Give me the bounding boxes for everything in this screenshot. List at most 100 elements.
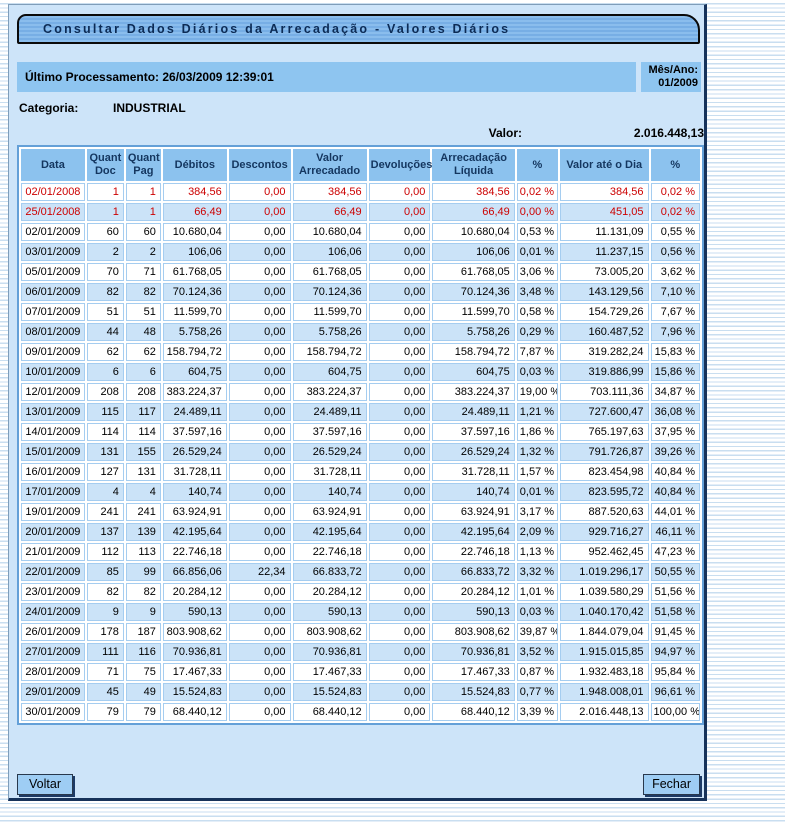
voltar-button[interactable]: Voltar bbox=[17, 774, 73, 795]
table-cell: 22/01/2009 bbox=[21, 563, 85, 581]
table-row: 30/01/2009797968.440,120,0068.440,120,00… bbox=[21, 703, 700, 721]
table-cell: 0,00 bbox=[229, 303, 291, 321]
fechar-button[interactable]: Fechar bbox=[643, 774, 700, 795]
table-cell: 26.529,24 bbox=[432, 443, 514, 461]
table-cell: 1.844.079,04 bbox=[560, 623, 649, 641]
table-cell: 62 bbox=[126, 343, 161, 361]
table-cell: 34,87 % bbox=[651, 383, 700, 401]
table-cell: 0,00 bbox=[369, 503, 431, 521]
table-cell: 63.924,91 bbox=[293, 503, 367, 521]
table-cell: 803.908,62 bbox=[163, 623, 227, 641]
table-cell: 0,00 % bbox=[517, 203, 558, 221]
table-cell: 0,00 bbox=[229, 663, 291, 681]
table-cell: 66.833,72 bbox=[293, 563, 367, 581]
table-cell: 70.936,81 bbox=[163, 643, 227, 661]
table-row: 20/01/200913713942.195,640,0042.195,640,… bbox=[21, 523, 700, 541]
table-cell: 42.195,64 bbox=[432, 523, 514, 541]
table-cell: 17/01/2009 bbox=[21, 483, 85, 501]
table-cell: 26.529,24 bbox=[293, 443, 367, 461]
table-cell: 0,00 bbox=[229, 363, 291, 381]
table-cell: 0,00 bbox=[229, 483, 291, 501]
table-cell: 70 bbox=[87, 263, 124, 281]
table-cell: 40,84 % bbox=[651, 483, 700, 501]
table-cell: 51 bbox=[126, 303, 161, 321]
table-cell: 0,00 bbox=[229, 383, 291, 401]
table-row: 15/01/200913115526.529,240,0026.529,240,… bbox=[21, 443, 700, 461]
table-cell: 0,55 % bbox=[651, 223, 700, 241]
table-cell: 63.924,91 bbox=[432, 503, 514, 521]
table-row: 26/01/2009178187803.908,620,00803.908,62… bbox=[21, 623, 700, 641]
table-cell: 0,00 bbox=[229, 623, 291, 641]
table-cell: 3,39 % bbox=[517, 703, 558, 721]
table-cell: 51 bbox=[87, 303, 124, 321]
table-cell: 96,61 % bbox=[651, 683, 700, 701]
table-cell: 0,02 % bbox=[651, 183, 700, 201]
table-cell: 590,13 bbox=[293, 603, 367, 621]
col-header-data: Data bbox=[21, 149, 85, 181]
table-cell: 131 bbox=[87, 443, 124, 461]
table-cell: 22.746,18 bbox=[432, 543, 514, 561]
table-cell: 36,08 % bbox=[651, 403, 700, 421]
table-cell: 49 bbox=[126, 683, 161, 701]
table-cell: 1,86 % bbox=[517, 423, 558, 441]
table-cell: 50,55 % bbox=[651, 563, 700, 581]
table-cell: 95,84 % bbox=[651, 663, 700, 681]
table-cell: 823.595,72 bbox=[560, 483, 649, 501]
table-row: 24/01/200999590,130,00590,130,00590,130,… bbox=[21, 603, 700, 621]
table-cell: 82 bbox=[87, 583, 124, 601]
table-cell: 02/01/2008 bbox=[21, 183, 85, 201]
table-cell: 23/01/2009 bbox=[21, 583, 85, 601]
table-cell: 0,03 % bbox=[517, 363, 558, 381]
table-cell: 0,02 % bbox=[517, 183, 558, 201]
table-cell: 791.726,87 bbox=[560, 443, 649, 461]
table-cell: 20/01/2009 bbox=[21, 523, 85, 541]
table-cell: 21/01/2009 bbox=[21, 543, 85, 561]
table-row: 09/01/20096262158.794,720,00158.794,720,… bbox=[21, 343, 700, 361]
table-cell: 19/01/2009 bbox=[21, 503, 85, 521]
table-cell: 727.600,47 bbox=[560, 403, 649, 421]
table-cell: 0,00 bbox=[229, 343, 291, 361]
table-cell: 15/01/2009 bbox=[21, 443, 85, 461]
table-cell: 0,00 bbox=[369, 623, 431, 641]
table-cell: 15.524,83 bbox=[293, 683, 367, 701]
table-cell: 208 bbox=[126, 383, 161, 401]
table-cell: 0,00 bbox=[229, 703, 291, 721]
table-cell: 823.454,98 bbox=[560, 463, 649, 481]
table-cell: 24.489,11 bbox=[293, 403, 367, 421]
table-cell: 79 bbox=[87, 703, 124, 721]
table-cell: 2,09 % bbox=[517, 523, 558, 541]
table-cell: 06/01/2009 bbox=[21, 283, 85, 301]
col-header-debitos: Débitos bbox=[163, 149, 227, 181]
table-cell: 2.016.448,13 bbox=[560, 703, 649, 721]
table-cell: 15,86 % bbox=[651, 363, 700, 381]
table-cell: 20.284,12 bbox=[293, 583, 367, 601]
table-cell: 82 bbox=[87, 283, 124, 301]
table-cell: 319.282,24 bbox=[560, 343, 649, 361]
table-cell: 604,75 bbox=[163, 363, 227, 381]
month-year-value: 01/2009 bbox=[641, 77, 698, 90]
table-cell: 0,58 % bbox=[517, 303, 558, 321]
table-cell: 160.487,52 bbox=[560, 323, 649, 341]
table-cell: 6 bbox=[87, 363, 124, 381]
table-cell: 6 bbox=[126, 363, 161, 381]
table-cell: 319.886,99 bbox=[560, 363, 649, 381]
table-cell: 384,56 bbox=[560, 183, 649, 201]
table-row: 13/01/200911511724.489,110,0024.489,110,… bbox=[21, 403, 700, 421]
table-cell: 05/01/2009 bbox=[21, 263, 85, 281]
table-cell: 0,00 bbox=[369, 263, 431, 281]
table-cell: 2 bbox=[87, 243, 124, 261]
table-cell: 4 bbox=[87, 483, 124, 501]
table-row: 27/01/200911111670.936,810,0070.936,810,… bbox=[21, 643, 700, 661]
total-value-label: Valor: bbox=[489, 126, 522, 140]
table-cell: 08/01/2009 bbox=[21, 323, 85, 341]
table-cell: 82 bbox=[126, 583, 161, 601]
table-cell: 14/01/2009 bbox=[21, 423, 85, 441]
table-cell: 143.129,56 bbox=[560, 283, 649, 301]
table-cell: 158.794,72 bbox=[293, 343, 367, 361]
table-cell: 17.467,33 bbox=[163, 663, 227, 681]
table-cell: 37.597,16 bbox=[163, 423, 227, 441]
table-cell: 79 bbox=[126, 703, 161, 721]
table-cell: 113 bbox=[126, 543, 161, 561]
table-cell: 16/01/2009 bbox=[21, 463, 85, 481]
table-cell: 22,34 bbox=[229, 563, 291, 581]
